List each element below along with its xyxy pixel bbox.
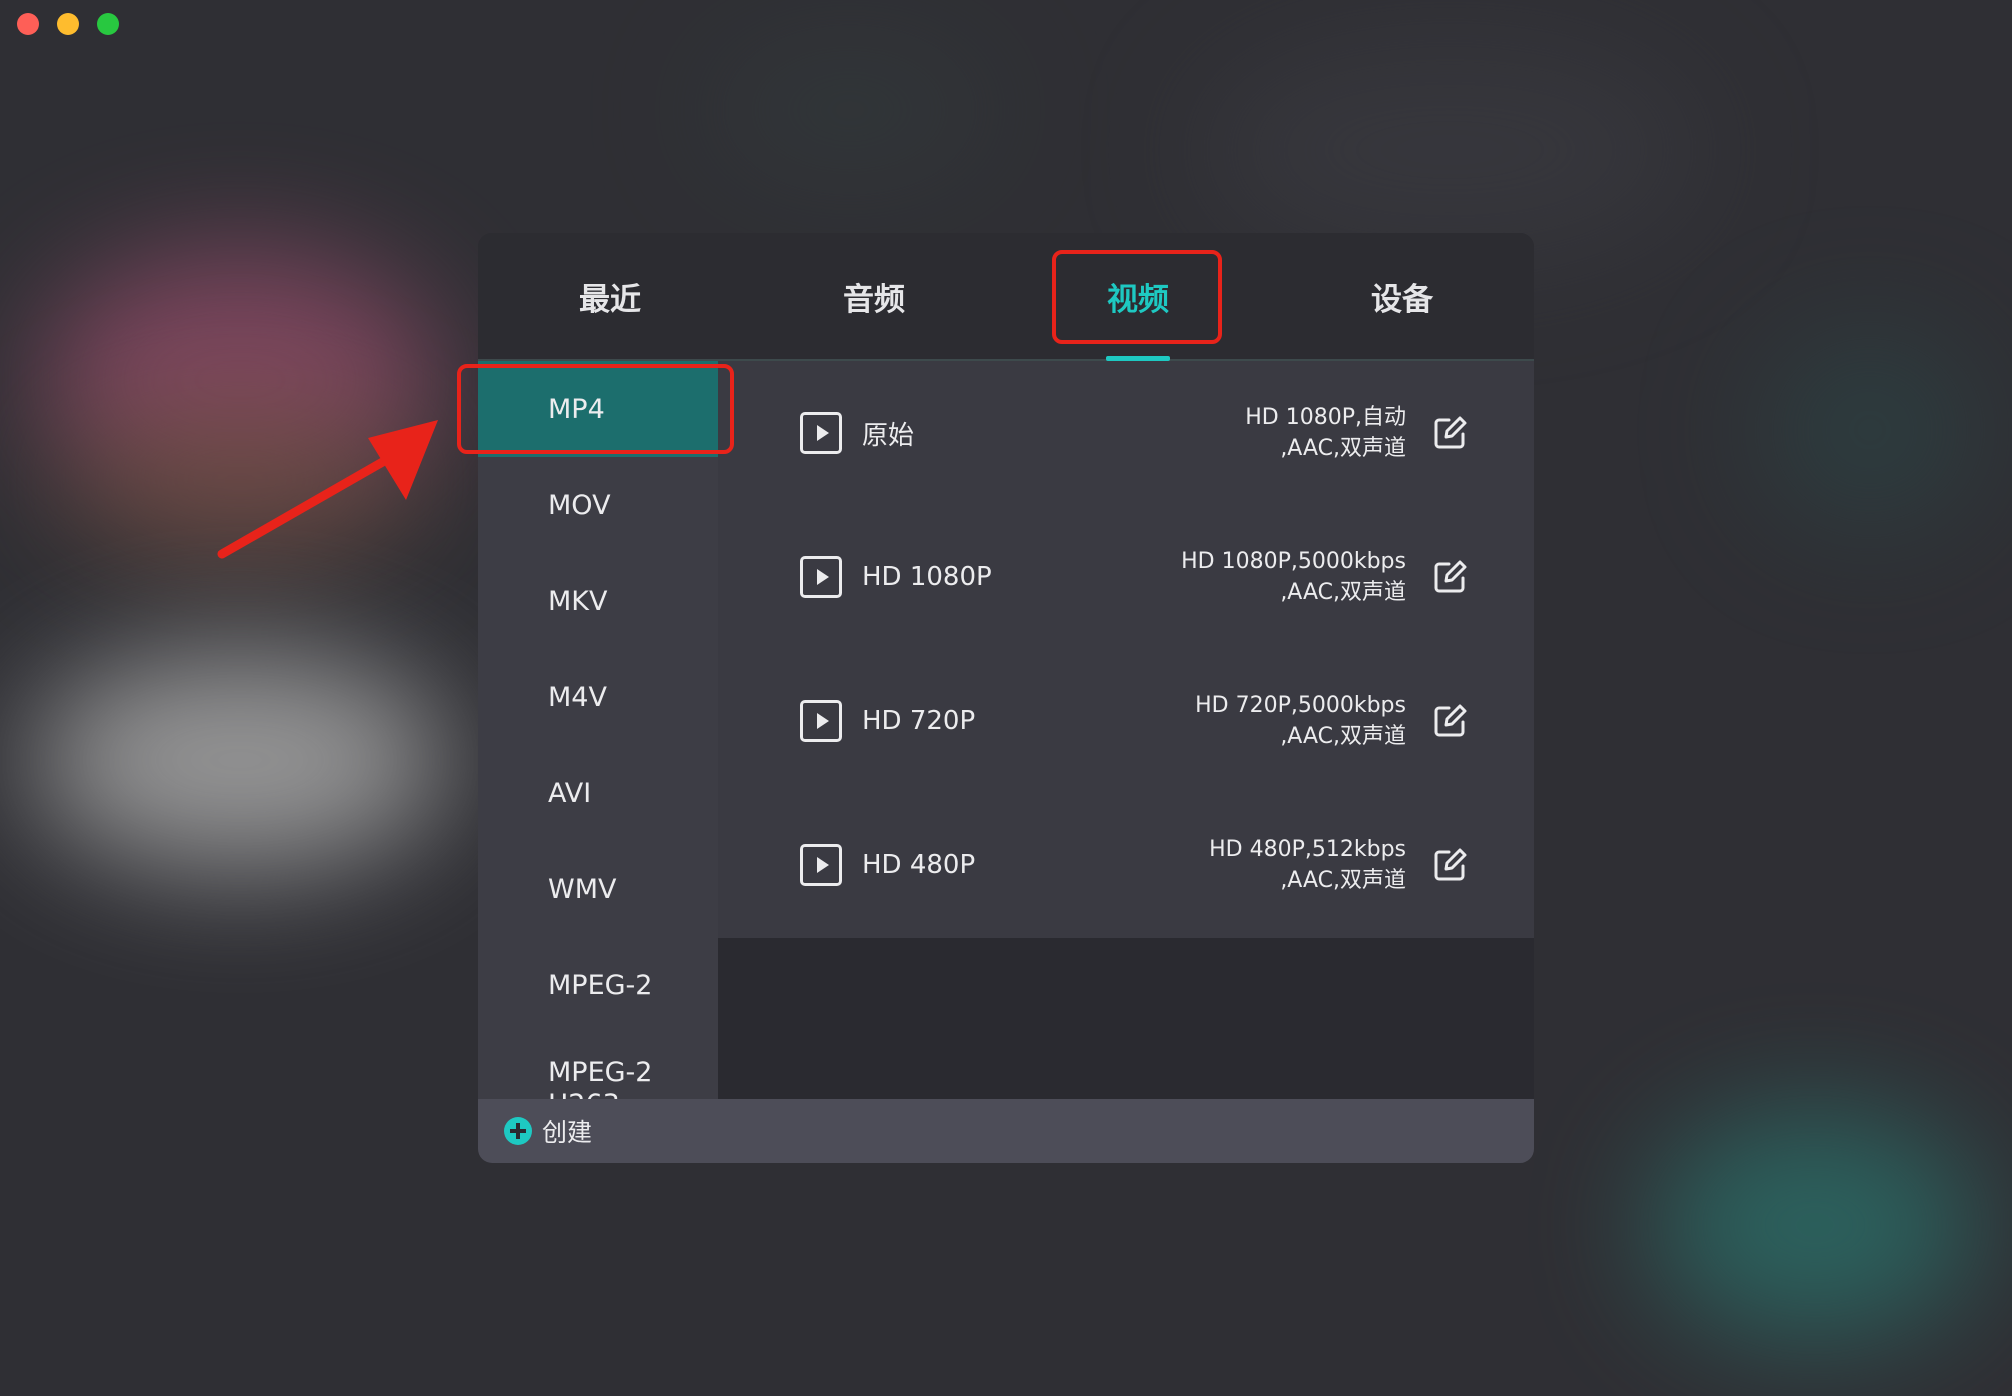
- annotation-arrow-icon: [217, 420, 438, 559]
- format-label: MOV: [548, 489, 611, 521]
- format-item-mov[interactable]: MOV: [478, 457, 718, 553]
- format-item-mkv[interactable]: MKV: [478, 553, 718, 649]
- tab-label: 设备: [1371, 281, 1433, 318]
- background-blur: [30, 650, 450, 870]
- create-preset-button[interactable]: 创建: [504, 1113, 592, 1149]
- format-item-avi[interactable]: AVI: [478, 745, 718, 841]
- preset-name: 原始: [862, 420, 915, 451]
- format-item-mpeg2[interactable]: MPEG-2: [478, 937, 718, 1033]
- preset-name: HD 720P: [862, 706, 976, 736]
- edit-icon[interactable]: [1432, 559, 1468, 595]
- edit-icon[interactable]: [1432, 703, 1468, 739]
- preset-desc-line: HD 1080P,5000kbps: [1181, 549, 1406, 574]
- annotation-highlight-mp4: [457, 364, 734, 454]
- play-icon: [800, 556, 842, 598]
- format-label: MKV: [548, 585, 608, 617]
- background-blur: [1200, 40, 1700, 260]
- minimize-window-button[interactable]: [57, 13, 79, 35]
- background-blur: [1650, 1110, 1980, 1340]
- preset-desc-line: HD 720P,5000kbps: [1195, 693, 1406, 718]
- play-icon: [800, 844, 842, 886]
- background-blur: [700, 30, 1000, 190]
- plus-circle-icon: [504, 1117, 532, 1145]
- format-label: WMV: [548, 873, 617, 905]
- preset-item-hd480p[interactable]: HD 480P HD 480P,512kbps ,AAC,双声道: [718, 793, 1534, 937]
- preset-desc-line: ,AAC,双声道: [1280, 724, 1406, 749]
- create-label: 创建: [542, 1118, 593, 1147]
- preset-description: HD 480P,512kbps ,AAC,双声道: [1209, 834, 1406, 896]
- format-label: AVI: [548, 777, 592, 809]
- background-blur: [1760, 330, 1980, 530]
- category-tabs: 最近 音频 视频 设备: [478, 233, 1534, 361]
- tab-label: 最近: [579, 281, 641, 318]
- preset-desc-line: HD 480P,512kbps: [1209, 837, 1406, 862]
- app-window: 最近 音频 视频 设备 MP4 MOV MKV M4V AVI WMV MPEG…: [0, 0, 2012, 1396]
- format-label: MPEG-2 H263: [548, 1057, 653, 1099]
- preset-name: HD 1080P: [862, 562, 992, 592]
- preset-desc-line: HD 1080P,自动: [1245, 405, 1406, 430]
- format-list: MP4 MOV MKV M4V AVI WMV MPEG-2 MPEG-2 H2…: [478, 361, 718, 1099]
- tab-audio[interactable]: 音频: [742, 233, 1006, 359]
- preset-item-hd1080p[interactable]: HD 1080P HD 1080P,5000kbps ,AAC,双声道: [718, 505, 1534, 649]
- play-icon: [800, 700, 842, 742]
- preset-item-original[interactable]: 原始 HD 1080P,自动 ,AAC,双声道: [718, 361, 1534, 505]
- preset-description: HD 720P,5000kbps ,AAC,双声道: [1195, 690, 1406, 752]
- format-item-mpeg2-h263[interactable]: MPEG-2 H263: [478, 1033, 718, 1099]
- annotation-highlight-video-tab: [1052, 250, 1222, 344]
- preset-description: HD 1080P,自动 ,AAC,双声道: [1245, 402, 1406, 464]
- format-item-wmv[interactable]: WMV: [478, 841, 718, 937]
- edit-icon[interactable]: [1432, 415, 1468, 451]
- preset-description: HD 1080P,5000kbps ,AAC,双声道: [1181, 546, 1406, 608]
- tab-device[interactable]: 设备: [1270, 233, 1534, 359]
- tab-recent[interactable]: 最近: [478, 233, 742, 359]
- close-window-button[interactable]: [17, 13, 39, 35]
- format-item-m4v[interactable]: M4V: [478, 649, 718, 745]
- play-icon: [800, 412, 842, 454]
- dialog-footer: 创建: [478, 1099, 1534, 1163]
- preset-desc-line: ,AAC,双声道: [1280, 868, 1406, 893]
- preset-desc-line: ,AAC,双声道: [1280, 580, 1406, 605]
- tab-label: 音频: [843, 281, 905, 318]
- preset-desc-line: ,AAC,双声道: [1280, 436, 1406, 461]
- preset-list: 原始 HD 1080P,自动 ,AAC,双声道 HD 1080P HD 1080…: [718, 361, 1534, 938]
- preset-item-hd720p[interactable]: HD 720P HD 720P,5000kbps ,AAC,双声道: [718, 649, 1534, 793]
- format-label: M4V: [548, 681, 607, 713]
- format-label: MPEG-2: [548, 969, 653, 1001]
- edit-icon[interactable]: [1432, 847, 1468, 883]
- maximize-window-button[interactable]: [97, 13, 119, 35]
- preset-name: HD 480P: [862, 850, 976, 880]
